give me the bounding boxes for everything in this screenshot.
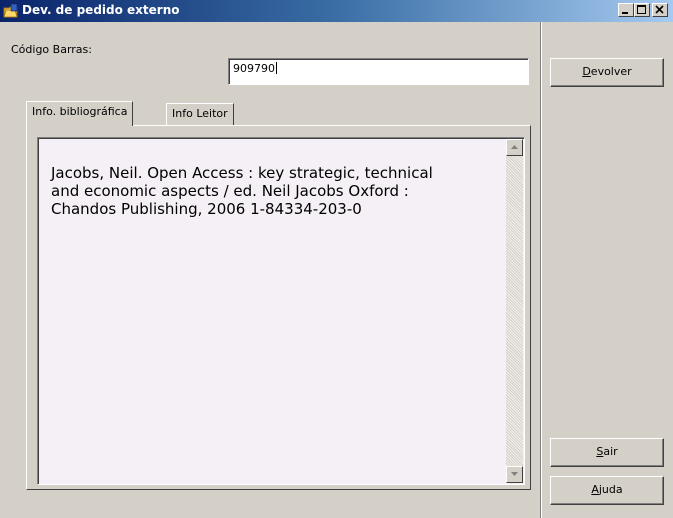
- bibliographic-text: Jacobs, Neil. Open Access : key strategi…: [51, 164, 433, 218]
- vertical-divider: [540, 22, 542, 518]
- devolver-button[interactable]: Devolver: [550, 58, 664, 87]
- window-title: Dev. de pedido externo: [22, 3, 180, 17]
- bibliographic-info-textarea[interactable]: Jacobs, Neil. Open Access : key strategi…: [37, 137, 525, 485]
- arrow-up-icon: [511, 145, 518, 149]
- barcode-label: Código Barras:: [11, 43, 92, 56]
- close-button[interactable]: [652, 3, 668, 17]
- maximize-button[interactable]: [634, 3, 650, 17]
- tab-label: Info. bibliográfica: [32, 105, 128, 118]
- sair-button[interactable]: Sair: [550, 438, 664, 467]
- scroll-down-button[interactable]: [506, 466, 523, 483]
- vertical-scrollbar[interactable]: [506, 139, 523, 483]
- tab-label: Info Leitor: [172, 107, 228, 120]
- minimize-icon: [622, 12, 628, 14]
- button-label: Devolver: [582, 65, 632, 78]
- close-icon: [655, 5, 664, 14]
- ajuda-button[interactable]: Ajuda: [550, 476, 664, 505]
- button-label: Ajuda: [591, 483, 623, 496]
- minimize-button[interactable]: [618, 3, 634, 17]
- barcode-value: 909790: [233, 62, 275, 75]
- text-caret: [276, 62, 277, 74]
- tab-info-bibliografica[interactable]: Info. bibliográfica: [26, 101, 134, 126]
- barcode-input[interactable]: 909790: [228, 58, 529, 85]
- folder-book-icon: [3, 3, 18, 18]
- title-bar[interactable]: Dev. de pedido externo: [0, 0, 673, 22]
- maximize-icon: [637, 5, 646, 14]
- scroll-up-button[interactable]: [506, 139, 523, 156]
- button-label: Sair: [596, 445, 618, 458]
- arrow-down-icon: [511, 472, 518, 476]
- tab-info-leitor[interactable]: Info Leitor: [166, 103, 234, 125]
